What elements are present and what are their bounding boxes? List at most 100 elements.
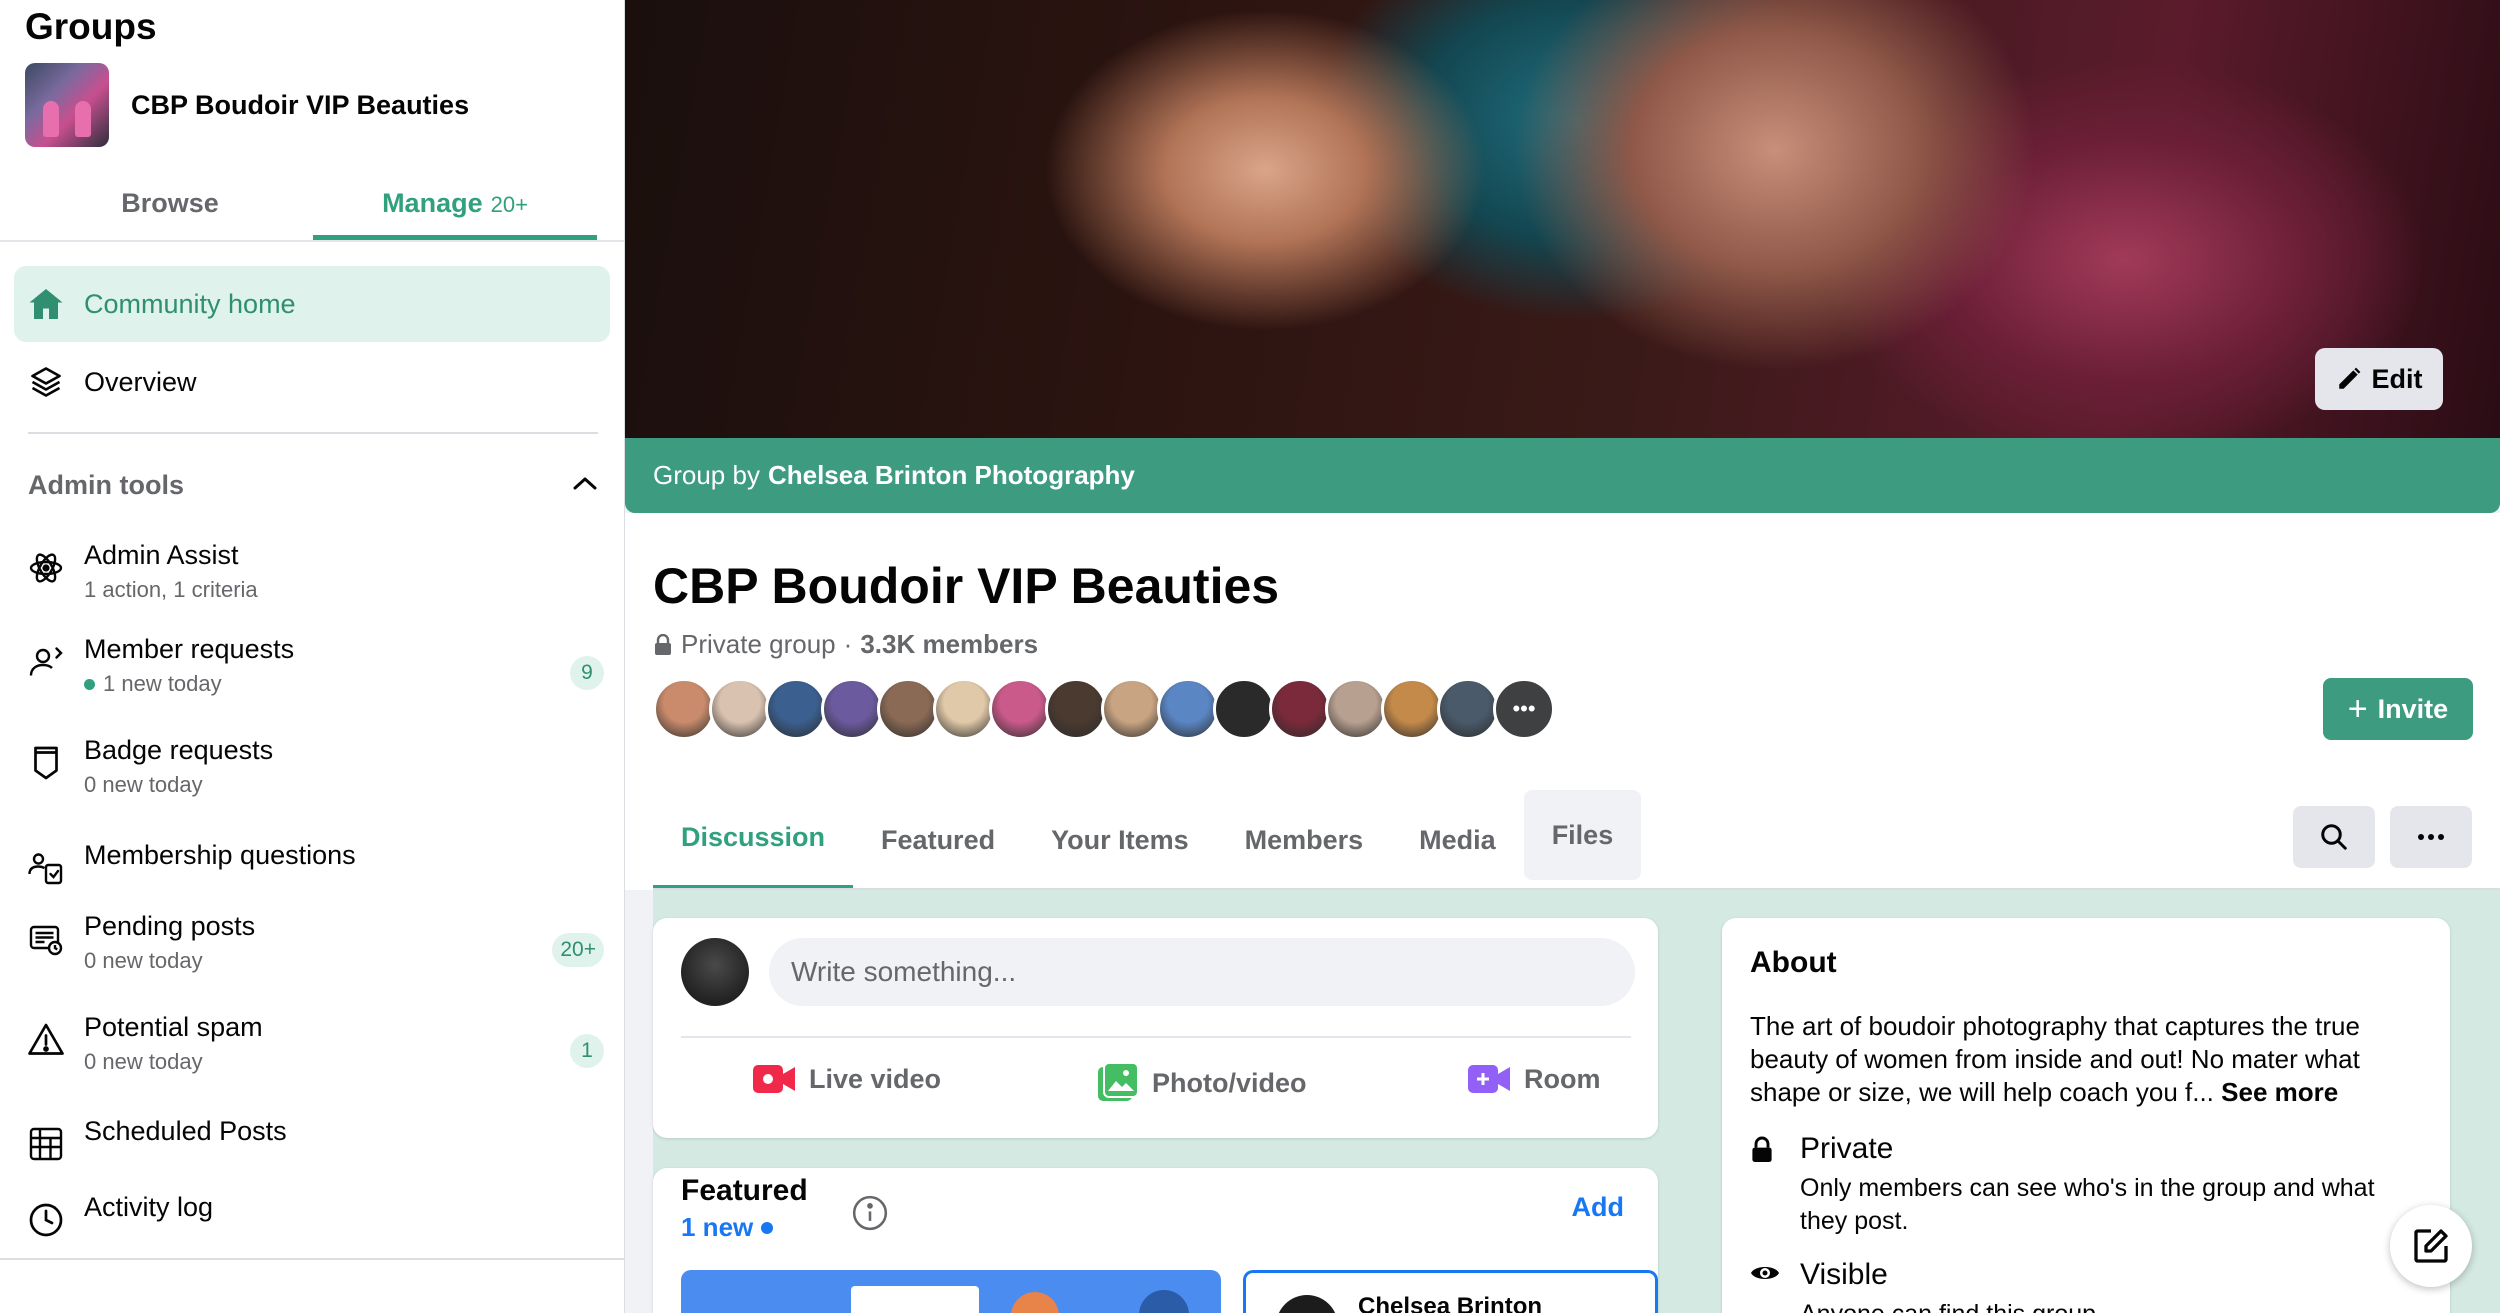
owner-link[interactable]: Chelsea Brinton Photography xyxy=(768,460,1135,491)
write-something-input[interactable]: Write something... xyxy=(769,938,1635,1006)
group-title[interactable]: CBP Boudoir VIP Beauties xyxy=(653,557,1279,615)
member-avatar[interactable] xyxy=(1045,678,1107,740)
tool-title: Pending posts xyxy=(84,911,256,941)
featured-section: Featured 1 new Add Chelsea Brinton xyxy=(653,1168,1658,1313)
composer-divider xyxy=(681,1036,1631,1038)
sidebar-item-potential-spam[interactable]: Potential spam 0 new today 1 xyxy=(26,1012,604,1075)
featured-new[interactable]: 1 new xyxy=(681,1212,774,1243)
sidebar-divider xyxy=(28,432,598,434)
member-avatar[interactable] xyxy=(1101,678,1163,740)
featured-title: Featured xyxy=(681,1174,808,1207)
member-avatar[interactable] xyxy=(933,678,995,740)
sidebar-item-activity-log[interactable]: Activity log xyxy=(26,1192,604,1240)
live-video-button[interactable]: Live video xyxy=(753,1063,941,1095)
add-person-icon xyxy=(26,642,66,682)
live-video-icon xyxy=(753,1065,795,1093)
member-avatar[interactable] xyxy=(1269,678,1331,740)
sidebar-item-badge-requests[interactable]: Badge requests 0 new today xyxy=(26,735,604,798)
member-avatar[interactable] xyxy=(1157,678,1219,740)
sidebar-item-overview[interactable]: Overview xyxy=(14,360,610,404)
tab-files[interactable]: Files xyxy=(1523,790,1642,880)
tool-title: Badge requests xyxy=(84,735,274,765)
lock-icon xyxy=(655,633,671,655)
tab-manage[interactable]: Manage 20+ xyxy=(313,178,597,240)
member-avatar[interactable] xyxy=(765,678,827,740)
tab-browse[interactable]: Browse xyxy=(30,188,310,219)
member-avatar[interactable] xyxy=(1437,678,1499,740)
privacy-label: Private group xyxy=(681,629,836,659)
close-icon[interactable] xyxy=(1139,1290,1189,1313)
lock-icon xyxy=(1750,1136,1780,1169)
admin-tools-header[interactable]: Admin tools xyxy=(28,470,598,501)
more-options-button[interactable] xyxy=(2390,806,2472,868)
tab-media[interactable]: Media xyxy=(1391,790,1524,890)
room-button[interactable]: Room xyxy=(1468,1063,1601,1095)
member-avatar[interactable] xyxy=(877,678,939,740)
search-button[interactable] xyxy=(2293,806,2375,868)
group-switcher[interactable]: CBP Boudoir VIP Beauties xyxy=(25,63,469,147)
group-thumbnail xyxy=(25,63,109,147)
new-indicator-dot xyxy=(761,1221,774,1234)
tab-members[interactable]: Members xyxy=(1217,790,1392,890)
warning-icon xyxy=(26,1020,66,1060)
edit-cover-button[interactable]: Edit xyxy=(2315,348,2443,410)
action-label: Live video xyxy=(809,1063,942,1094)
tab-featured[interactable]: Featured xyxy=(853,790,1023,890)
add-featured-button[interactable]: Add xyxy=(1572,1192,1624,1223)
sidebar-item-community-home[interactable]: Community home xyxy=(14,266,610,342)
chevron-up-icon xyxy=(572,475,598,496)
more-members-icon[interactable]: ••• xyxy=(1493,678,1555,740)
featured-card[interactable] xyxy=(681,1270,1221,1313)
member-avatar[interactable] xyxy=(653,678,715,740)
group-owner-bar: Group by Chelsea Brinton Photography xyxy=(625,438,2500,513)
person-question-icon xyxy=(26,848,66,888)
tool-title: Potential spam xyxy=(84,1012,263,1042)
member-avatar[interactable] xyxy=(989,678,1051,740)
sidebar-item-membership-questions[interactable]: Membership questions xyxy=(26,840,604,888)
action-label: Photo/video xyxy=(1152,1067,1307,1098)
post-composer: Write something... Live video Photo/vide… xyxy=(653,918,1658,1138)
tool-subtitle: 0 new today xyxy=(84,1049,203,1074)
sidebar-item-pending-posts[interactable]: Pending posts 0 new today 20+ xyxy=(26,911,604,974)
avatar[interactable] xyxy=(681,938,749,1006)
admin-tools-label: Admin tools xyxy=(28,470,184,500)
sidebar-item-label: Community home xyxy=(84,288,296,319)
compose-icon xyxy=(2414,1229,2448,1263)
see-more-link[interactable]: See more xyxy=(2221,1077,2338,1107)
post-author[interactable]: Chelsea Brinton xyxy=(1358,1293,1542,1313)
plus-icon: + xyxy=(2347,689,2368,728)
sidebar-item-admin-assist[interactable]: Admin Assist 1 action, 1 criteria xyxy=(26,540,604,603)
eye-icon xyxy=(1750,1262,1780,1289)
search-icon xyxy=(2321,824,2347,850)
layers-icon xyxy=(26,362,66,402)
home-icon xyxy=(26,284,66,324)
owner-prefix: Group by xyxy=(653,460,760,490)
tab-manage-label: Manage xyxy=(382,188,483,218)
tab-discussion[interactable]: Discussion xyxy=(653,790,854,890)
new-message-button[interactable] xyxy=(2390,1205,2472,1287)
featured-post-card[interactable]: Chelsea Brinton xyxy=(1243,1270,1658,1313)
sidebar-item-scheduled-posts[interactable]: Scheduled Posts xyxy=(26,1116,604,1164)
tool-title: Activity log xyxy=(84,1192,214,1222)
decorative-graphic xyxy=(1011,1292,1059,1313)
pending-post-icon xyxy=(26,919,66,959)
members-count[interactable]: 3.3K members xyxy=(860,629,1038,660)
member-avatars[interactable]: ••• xyxy=(653,678,1555,740)
private-description: Only members can see who's in the group … xyxy=(1800,1174,2375,1235)
invite-button[interactable]: + Invite xyxy=(2323,678,2473,740)
member-avatar[interactable] xyxy=(1213,678,1275,740)
tab-your-items[interactable]: Your Items xyxy=(1023,790,1217,890)
photo-video-button[interactable]: Photo/video xyxy=(1098,1063,1307,1103)
info-icon[interactable] xyxy=(851,1194,889,1237)
sidebar-footer xyxy=(0,1258,624,1313)
private-title: Private xyxy=(1800,1132,1894,1165)
member-avatar[interactable] xyxy=(709,678,771,740)
member-avatar[interactable] xyxy=(821,678,883,740)
member-avatar[interactable] xyxy=(1381,678,1443,740)
visible-title: Visible xyxy=(1800,1258,1888,1291)
sidebar-item-member-requests[interactable]: Member requests 1 new today 9 xyxy=(26,634,604,697)
featured-new-label: 1 new xyxy=(681,1212,754,1242)
member-avatar[interactable] xyxy=(1325,678,1387,740)
tool-title: Admin Assist xyxy=(84,540,239,570)
tool-subtitle: 0 new today xyxy=(84,948,203,973)
